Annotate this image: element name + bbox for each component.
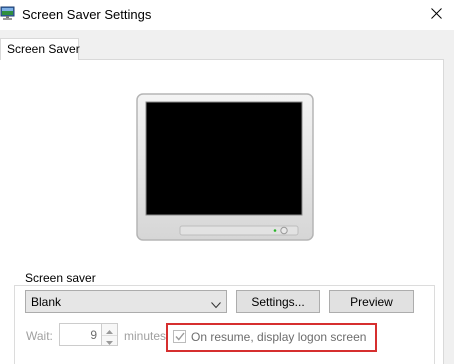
close-button[interactable] xyxy=(418,0,454,30)
title-bar: Screen Saver Settings xyxy=(0,0,454,30)
minutes-label: minutes xyxy=(124,329,167,343)
settings-button[interactable]: Settings... xyxy=(236,290,320,313)
monitor-preview-illustration xyxy=(136,93,314,241)
tab-screen-saver[interactable]: Screen Saver xyxy=(0,38,80,60)
screen-saver-select-value: Blank xyxy=(31,294,62,309)
logon-screen-checkbox[interactable] xyxy=(173,330,186,343)
logon-screen-label: On resume, display logon screen xyxy=(191,330,367,344)
screen-saver-group-label: Screen saver xyxy=(22,271,99,285)
monitor-icon xyxy=(0,5,15,21)
wait-label: Wait: xyxy=(26,329,53,343)
tab-label: Screen Saver xyxy=(7,42,80,56)
chevron-down-icon xyxy=(211,298,221,309)
window-title: Screen Saver Settings xyxy=(22,7,152,22)
spinner-down-button[interactable] xyxy=(102,335,117,346)
screen-saver-select[interactable]: Blank xyxy=(25,290,227,313)
preview-button-label: Preview xyxy=(350,294,393,309)
close-icon xyxy=(430,8,442,22)
wait-minutes-input[interactable]: 9 xyxy=(59,323,102,346)
preview-button[interactable]: Preview xyxy=(329,290,414,313)
checkmark-icon xyxy=(174,330,185,344)
wait-minutes-spinner[interactable] xyxy=(102,323,118,346)
chevron-down-icon xyxy=(106,334,113,348)
settings-button-label: Settings... xyxy=(251,294,305,309)
window-edge xyxy=(444,59,454,364)
